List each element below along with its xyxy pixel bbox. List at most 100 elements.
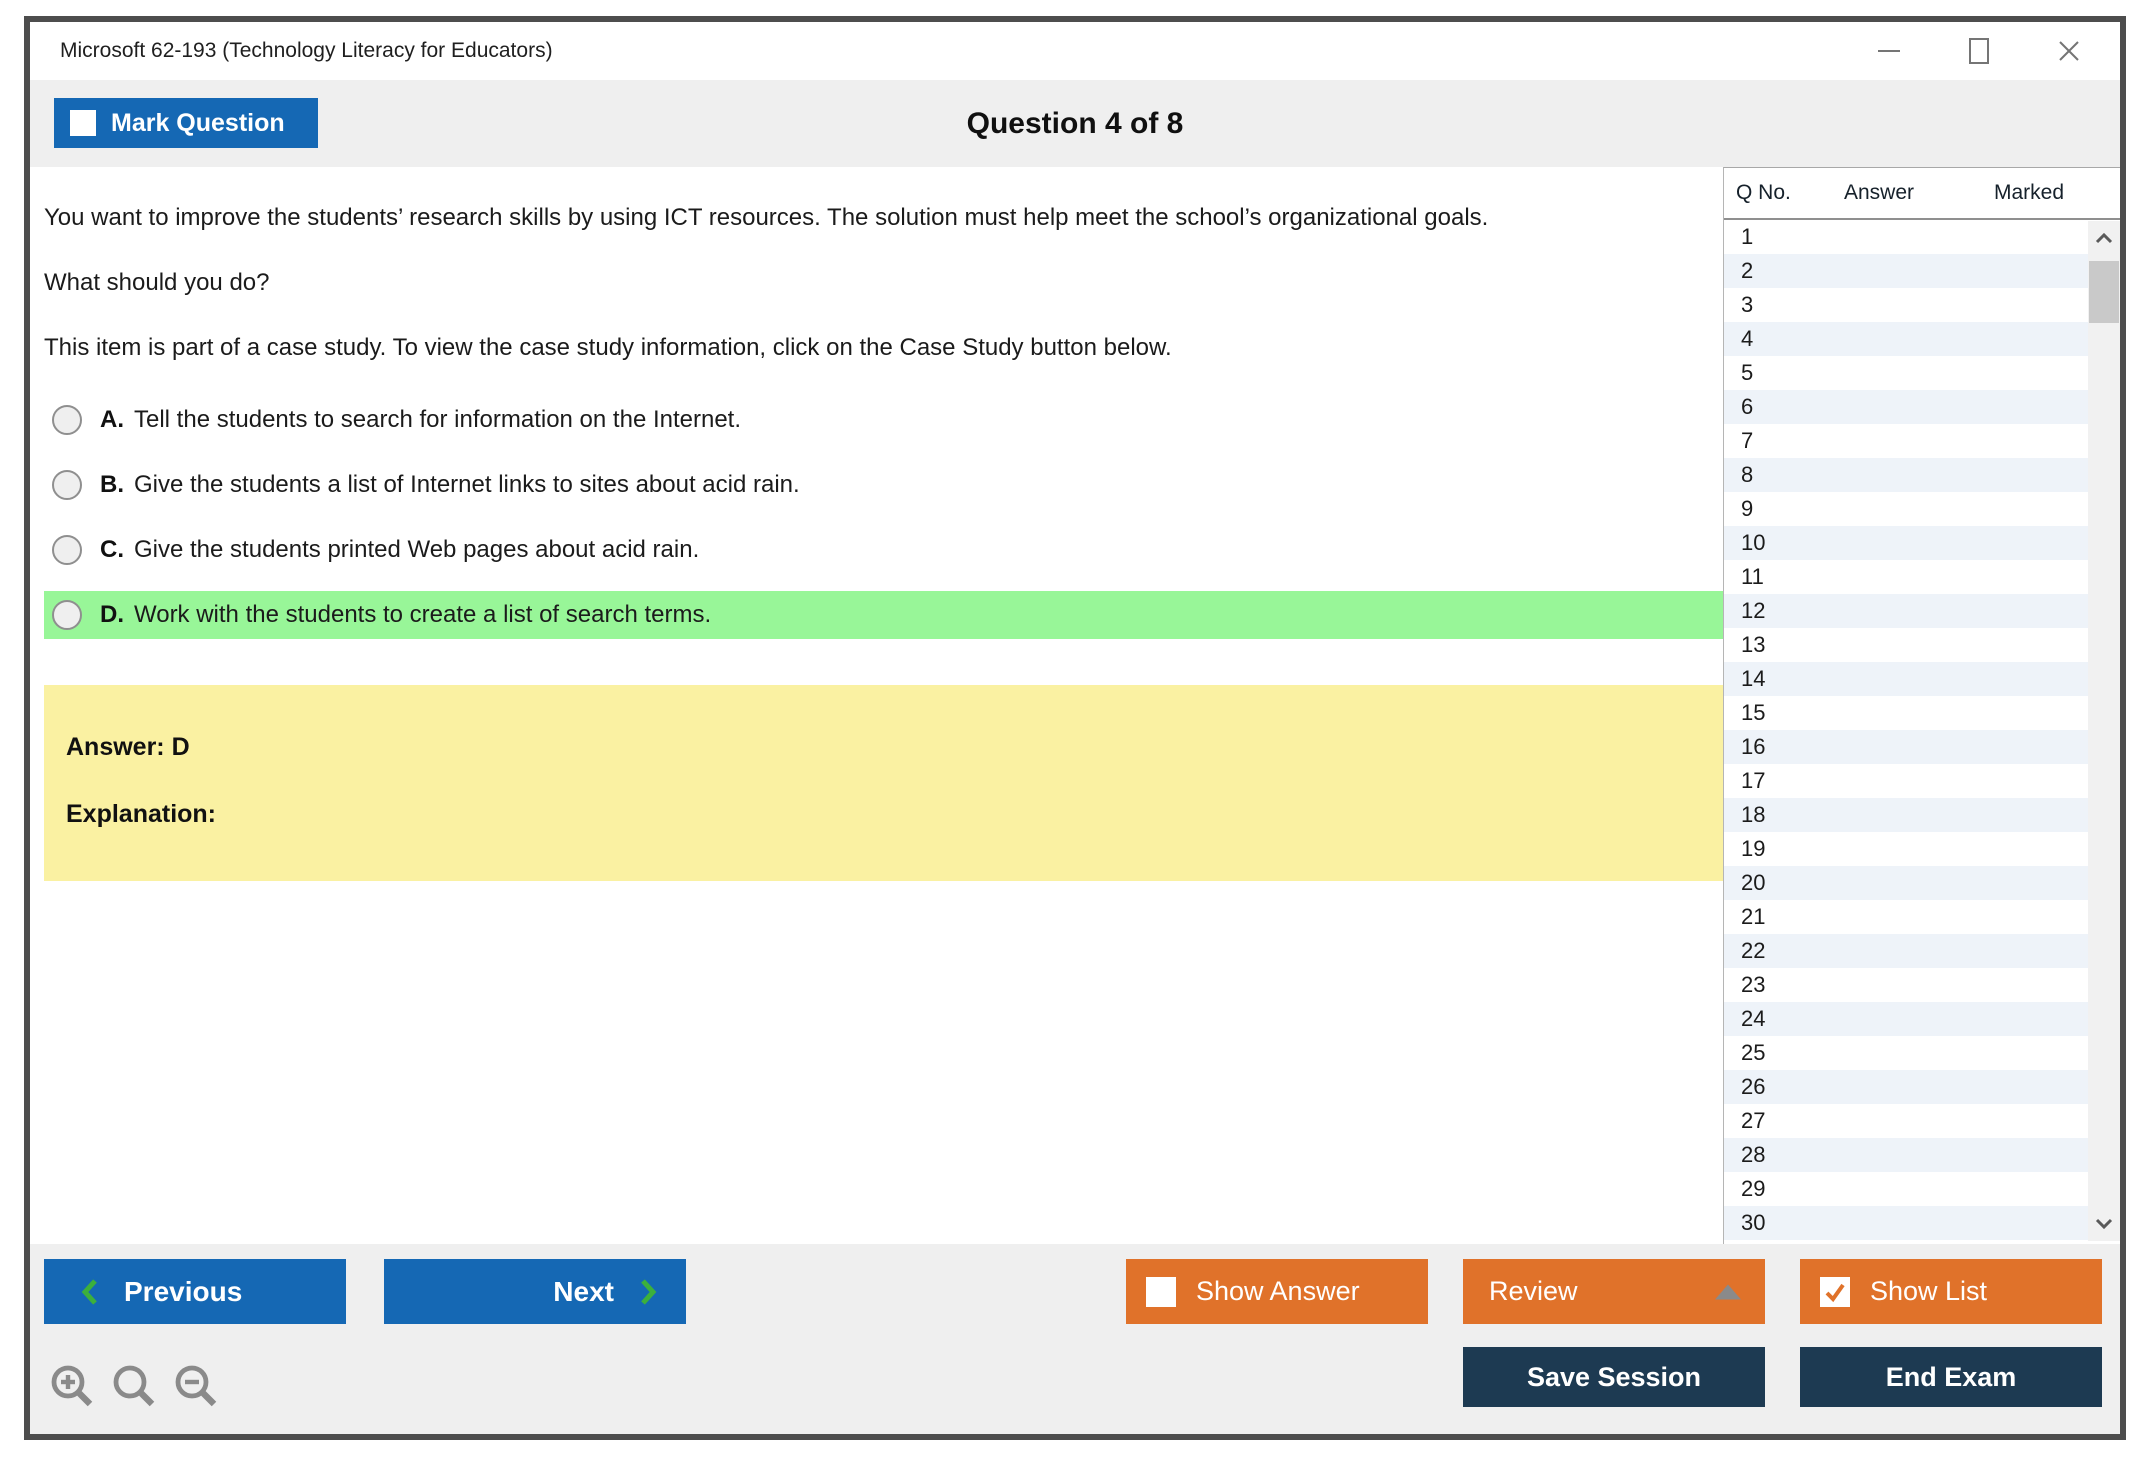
scroll-down-button[interactable] bbox=[2088, 1209, 2120, 1239]
options-list: A. Tell the students to search for infor… bbox=[30, 396, 1723, 639]
question-list-row[interactable]: 3 bbox=[1724, 288, 2088, 322]
case-study-note: This item is part of a case study. To vi… bbox=[44, 334, 1172, 361]
question-list-row[interactable]: 26 bbox=[1724, 1070, 2088, 1104]
zoom-reset-icon[interactable] bbox=[110, 1362, 158, 1410]
column-answer: Answer bbox=[1844, 181, 1915, 204]
question-list-row[interactable]: 11 bbox=[1724, 560, 2088, 594]
question-list-row[interactable]: 2 bbox=[1724, 254, 2088, 288]
zoom-out-icon[interactable] bbox=[172, 1362, 220, 1410]
show-answer-button[interactable]: Show Answer bbox=[1126, 1259, 1428, 1324]
question-list-row[interactable]: 23 bbox=[1724, 968, 2088, 1002]
row-qno: 15 bbox=[1741, 700, 1766, 725]
row-answer bbox=[1832, 594, 1982, 628]
question-list-body: 1 2 3 4 5 6 7 8 9 10 11 12 13 14 15 16 1… bbox=[1724, 220, 2088, 1240]
question-list-row[interactable]: 17 bbox=[1724, 764, 2088, 798]
question-list-row[interactable]: 20 bbox=[1724, 866, 2088, 900]
row-qno: 19 bbox=[1741, 836, 1766, 861]
row-qno: 9 bbox=[1741, 496, 1754, 521]
question-list-row[interactable]: 8 bbox=[1724, 458, 2088, 492]
chevron-right-icon bbox=[641, 1278, 657, 1305]
maximize-button[interactable] bbox=[1964, 36, 1994, 66]
row-qno: 22 bbox=[1741, 938, 1766, 963]
row-qno: 11 bbox=[1741, 564, 1764, 589]
next-button[interactable]: Next bbox=[384, 1259, 686, 1324]
minimize-button[interactable] bbox=[1874, 36, 1904, 66]
row-qno: 5 bbox=[1741, 360, 1754, 385]
end-exam-button[interactable]: End Exam bbox=[1800, 1347, 2102, 1407]
show-list-button[interactable]: Show List bbox=[1800, 1259, 2102, 1324]
option-c-text: Give the students printed Web pages abou… bbox=[134, 536, 700, 563]
row-qno: 3 bbox=[1741, 292, 1754, 317]
row-answer bbox=[1832, 1070, 1982, 1104]
app-window: Microsoft 62-193 (Technology Literacy fo… bbox=[24, 16, 2126, 1440]
option-a-text: Tell the students to search for informat… bbox=[134, 406, 742, 433]
show-answer-checkbox-icon bbox=[1146, 1276, 1176, 1307]
review-button[interactable]: Review bbox=[1463, 1259, 1765, 1324]
zoom-in-icon[interactable] bbox=[48, 1362, 96, 1410]
row-answer bbox=[1832, 254, 1982, 288]
zoom-tools bbox=[48, 1362, 220, 1410]
row-answer bbox=[1832, 900, 1982, 934]
mark-question-button[interactable]: Mark Question bbox=[54, 98, 318, 148]
question-list-row[interactable]: 1 bbox=[1724, 220, 2088, 254]
question-list-row[interactable]: 6 bbox=[1724, 390, 2088, 424]
question-panel: You want to improve the students’ resear… bbox=[30, 167, 1723, 1244]
row-answer bbox=[1832, 968, 1982, 1002]
question-list-row[interactable]: 30 bbox=[1724, 1206, 2088, 1240]
question-list-row[interactable]: 29 bbox=[1724, 1172, 2088, 1206]
question-text: You want to improve the students’ resear… bbox=[44, 204, 1489, 231]
option-d-radio[interactable] bbox=[52, 600, 82, 630]
option-c-radio[interactable] bbox=[52, 535, 82, 565]
end-exam-label: End Exam bbox=[1885, 1361, 2017, 1392]
question-list-row[interactable]: 22 bbox=[1724, 934, 2088, 968]
question-counter: Question 4 of 8 bbox=[966, 106, 1184, 140]
question-list-row[interactable]: 25 bbox=[1724, 1036, 2088, 1070]
show-list-checkbox-icon bbox=[1820, 1276, 1850, 1307]
option-d[interactable]: D. Work with the students to create a li… bbox=[44, 591, 1723, 639]
question-list-scrollbar[interactable] bbox=[2088, 221, 2120, 1241]
option-b-radio[interactable] bbox=[52, 470, 82, 500]
row-answer bbox=[1832, 424, 1982, 458]
row-qno: 20 bbox=[1741, 870, 1766, 895]
question-list-row[interactable]: 13 bbox=[1724, 628, 2088, 662]
question-list-row[interactable]: 14 bbox=[1724, 662, 2088, 696]
scrollbar-thumb[interactable] bbox=[2089, 261, 2119, 323]
question-list-row[interactable]: 27 bbox=[1724, 1104, 2088, 1138]
header-band: Question 4 of 8 Mark Question bbox=[30, 80, 2120, 167]
question-list-row[interactable]: 21 bbox=[1724, 900, 2088, 934]
question-list-row[interactable]: 10 bbox=[1724, 526, 2088, 560]
question-list-row[interactable]: 19 bbox=[1724, 832, 2088, 866]
option-a[interactable]: A. Tell the students to search for infor… bbox=[44, 396, 1723, 444]
question-prompt: What should you do? bbox=[44, 269, 270, 296]
question-list-row[interactable]: 16 bbox=[1724, 730, 2088, 764]
row-answer bbox=[1832, 832, 1982, 866]
question-list-row[interactable]: 15 bbox=[1724, 696, 2088, 730]
answer-box: Answer: D Explanation: bbox=[44, 685, 1723, 881]
question-list-row[interactable]: 7 bbox=[1724, 424, 2088, 458]
next-label: Next bbox=[553, 1275, 614, 1307]
save-session-button[interactable]: Save Session bbox=[1463, 1347, 1765, 1407]
titlebar: Microsoft 62-193 (Technology Literacy fo… bbox=[30, 22, 2120, 80]
mark-question-checkbox-icon bbox=[70, 110, 96, 136]
row-answer bbox=[1832, 288, 1982, 322]
option-b[interactable]: B. Give the students a list of Internet … bbox=[44, 461, 1723, 509]
option-d-text: Work with the students to create a list … bbox=[134, 601, 712, 628]
question-list-row[interactable]: 24 bbox=[1724, 1002, 2088, 1036]
scroll-up-button[interactable] bbox=[2088, 223, 2120, 253]
close-button[interactable] bbox=[2054, 36, 2084, 66]
option-a-radio[interactable] bbox=[52, 405, 82, 435]
question-list-row[interactable]: 4 bbox=[1724, 322, 2088, 356]
main-area: You want to improve the students’ resear… bbox=[30, 167, 2120, 1244]
question-list-row[interactable]: 12 bbox=[1724, 594, 2088, 628]
question-list-row[interactable]: 18 bbox=[1724, 798, 2088, 832]
row-qno: 21 bbox=[1741, 904, 1766, 929]
option-c[interactable]: C. Give the students printed Web pages a… bbox=[44, 526, 1723, 574]
column-qno: Q No. bbox=[1736, 181, 1791, 204]
row-answer bbox=[1832, 628, 1982, 662]
question-list-row[interactable]: 5 bbox=[1724, 356, 2088, 390]
previous-label: Previous bbox=[124, 1275, 243, 1307]
question-list-row[interactable]: 9 bbox=[1724, 492, 2088, 526]
previous-button[interactable]: Previous bbox=[44, 1259, 346, 1324]
row-answer bbox=[1832, 1002, 1982, 1036]
question-list-row[interactable]: 28 bbox=[1724, 1138, 2088, 1172]
